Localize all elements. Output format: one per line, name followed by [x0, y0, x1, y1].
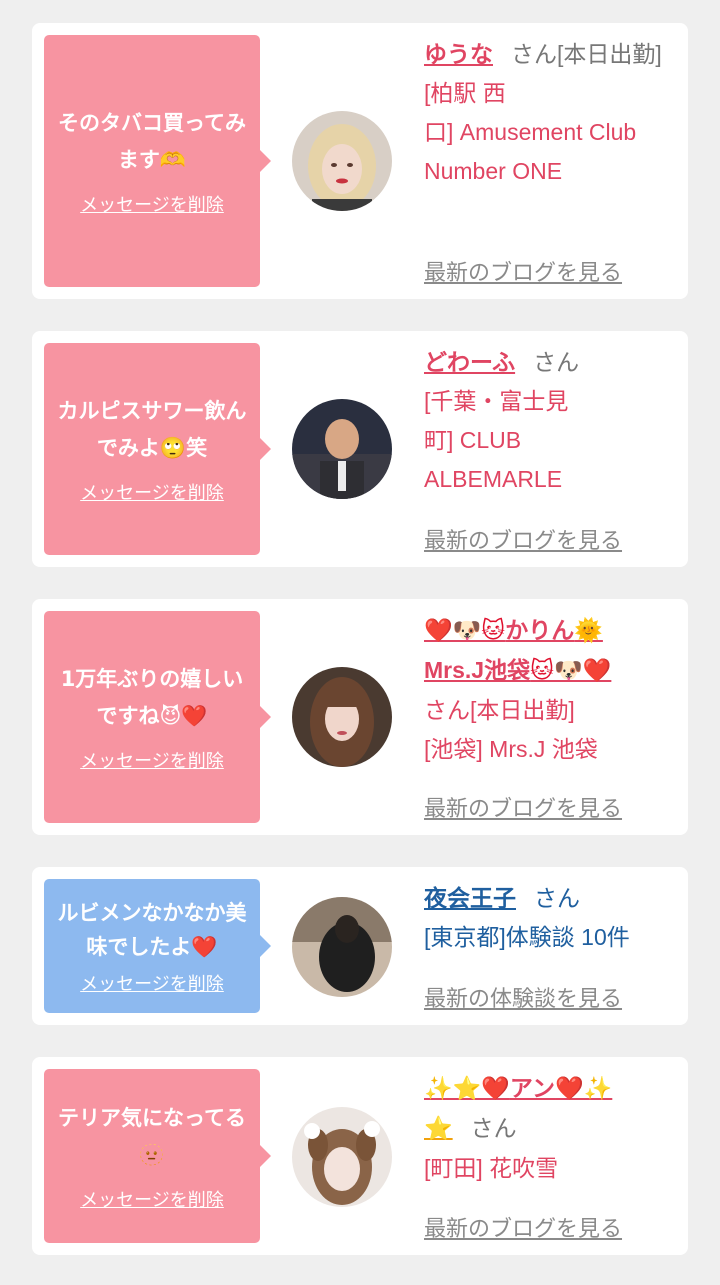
avatar-photo [292, 399, 392, 499]
cast-info: どわーふ さん [千葉・富士見 町] CLUB ALBEMARLE [424, 343, 674, 499]
message-bubble: カルピスサワー飲んでみよ🙄笑 メッセージを削除 [44, 343, 271, 555]
delete-message-link[interactable]: メッセージを削除 [80, 1186, 224, 1212]
shop-line: ALBEMARLE [424, 466, 563, 492]
avatar-photo [292, 667, 392, 767]
message-card: そのタバコ買ってみます🫶 メッセージを削除 ゆうな さん[本日出勤] [柏駅 西 … [32, 23, 688, 299]
eye-roll-emoji: 🙄 [159, 436, 187, 460]
cast-name-link-line2[interactable]: ⭐ [424, 1116, 453, 1142]
message-card: テリア気になってる🫥 メッセージを削除 ✨⭐❤️アン❤️✨ ⭐ さん [町田] 花… [32, 1057, 688, 1255]
user-info: 夜会王子 さん [東京都]体験談 10件 [424, 879, 674, 957]
message-list: そのタバコ買ってみます🫶 メッセージを削除 ゆうな さん[本日出勤] [柏駅 西 … [0, 0, 720, 1285]
review-count: [東京都]体験談 10件 [424, 924, 630, 950]
message-bubble: 1万年ぶりの嬉しいですね😈❤️ メッセージを削除 [44, 611, 271, 823]
latest-blog-link[interactable]: 最新のブログを見る [424, 1211, 622, 1243]
shop-line: [町田] 花吹雪 [424, 1155, 559, 1181]
cast-name-link[interactable]: ゆうな [424, 41, 493, 67]
cast-name-link[interactable]: ❤️🐶🐱かりん🌞 [424, 611, 674, 651]
cast-info: ✨⭐❤️アン❤️✨ ⭐ さん [町田] 花吹雪 [424, 1069, 674, 1188]
avatar[interactable] [292, 1107, 392, 1207]
message-card: カルピスサワー飲んでみよ🙄笑 メッセージを削除 どわーふ さん [千葉・富士見 町… [32, 331, 688, 567]
emoji-suffix: ❤️✨ [555, 1076, 613, 1102]
cast-name-link[interactable]: ✨⭐❤️アン❤️✨ [424, 1069, 674, 1109]
message-text: ルビメンなかなか美味でしたよ❤️ [57, 901, 247, 959]
avatar[interactable] [292, 897, 392, 997]
shop-line: Number ONE [424, 158, 563, 184]
cast-name-link[interactable]: どわーふ [424, 349, 515, 375]
message-text: テリア気になってる🫥 [58, 1106, 246, 1167]
emoji-prefix: ❤️🐶🐱 [424, 618, 506, 644]
latest-blog-link[interactable]: 最新のブログを見る [424, 523, 622, 555]
message-bubble: そのタバコ買ってみます🫶 メッセージを削除 [44, 35, 271, 287]
message-card: 1万年ぶりの嬉しいですね😈❤️ メッセージを削除 ❤️🐶🐱かりん🌞 Mrs.J池… [32, 599, 688, 835]
message-card: ルビメンなかなか美味でしたよ❤️ メッセージを削除 夜会王子 さん [東京都]体験… [32, 867, 688, 1025]
dotted-face-emoji: 🫥 [138, 1143, 166, 1167]
user-name-link[interactable]: 夜会王子 [424, 885, 516, 911]
avatar[interactable] [292, 399, 392, 499]
delete-message-link[interactable]: メッセージを削除 [80, 479, 224, 505]
latest-review-link[interactable]: 最新の体験談を見る [424, 981, 622, 1013]
avatar[interactable] [292, 111, 392, 211]
honorific-status: さん[本日出勤] [511, 41, 662, 67]
shop-line: [池袋] Mrs.J 池袋 [424, 736, 598, 762]
message-bubble: テリア気になってる🫥 メッセージを削除 [44, 1069, 271, 1243]
avatar-photo [292, 897, 392, 997]
honorific-status: さん[本日出勤] [424, 697, 575, 723]
cast-info: ゆうな さん[本日出勤] [柏駅 西 口] Amusement Club Numb… [424, 35, 674, 191]
honorific: さん [533, 349, 580, 375]
message-text: カルピスサワー飲んでみよ🙄笑 [57, 399, 247, 460]
latest-blog-link[interactable]: 最新のブログを見る [424, 255, 622, 287]
cast-info: ❤️🐶🐱かりん🌞 Mrs.J池袋🐱🐶❤️ さん[本日出勤] [池袋] Mrs.J… [424, 611, 674, 769]
heart-hands-emoji: 🫶 [159, 148, 187, 172]
delete-message-link[interactable]: メッセージを削除 [80, 191, 224, 217]
message-text: そのタバコ買ってみます🫶 [58, 111, 246, 172]
shop-line: [千葉・富士見 [424, 388, 569, 414]
message-bubble: ルビメンなかなか美味でしたよ❤️ メッセージを削除 [44, 879, 271, 1013]
avatar[interactable] [292, 667, 392, 767]
message-text: 1万年ぶりの嬉しいですね😈❤️ [60, 667, 244, 728]
latest-blog-link[interactable]: 最新のブログを見る [424, 791, 622, 823]
honorific: さん [534, 885, 580, 911]
heart-emoji: ❤️ [191, 935, 218, 959]
delete-message-link[interactable]: メッセージを削除 [80, 970, 224, 996]
devil-heart-emoji: 😈❤️ [159, 704, 208, 728]
delete-message-link[interactable]: メッセージを削除 [80, 747, 224, 773]
shop-line: [柏駅 西 [424, 80, 506, 106]
shop-line: 町] CLUB [424, 427, 522, 453]
emoji-prefix: ✨⭐❤️ [424, 1076, 510, 1102]
avatar-photo [292, 111, 392, 211]
emoji-suffix: 🌞 [574, 618, 603, 644]
emoji-suffix: 🐱🐶❤️ [530, 658, 612, 684]
honorific: さん [470, 1115, 517, 1141]
avatar-photo [292, 1107, 392, 1207]
cast-name-link-line2[interactable]: Mrs.J池袋🐱🐶❤️ [424, 651, 674, 691]
shop-line: 口] Amusement Club [424, 119, 637, 145]
